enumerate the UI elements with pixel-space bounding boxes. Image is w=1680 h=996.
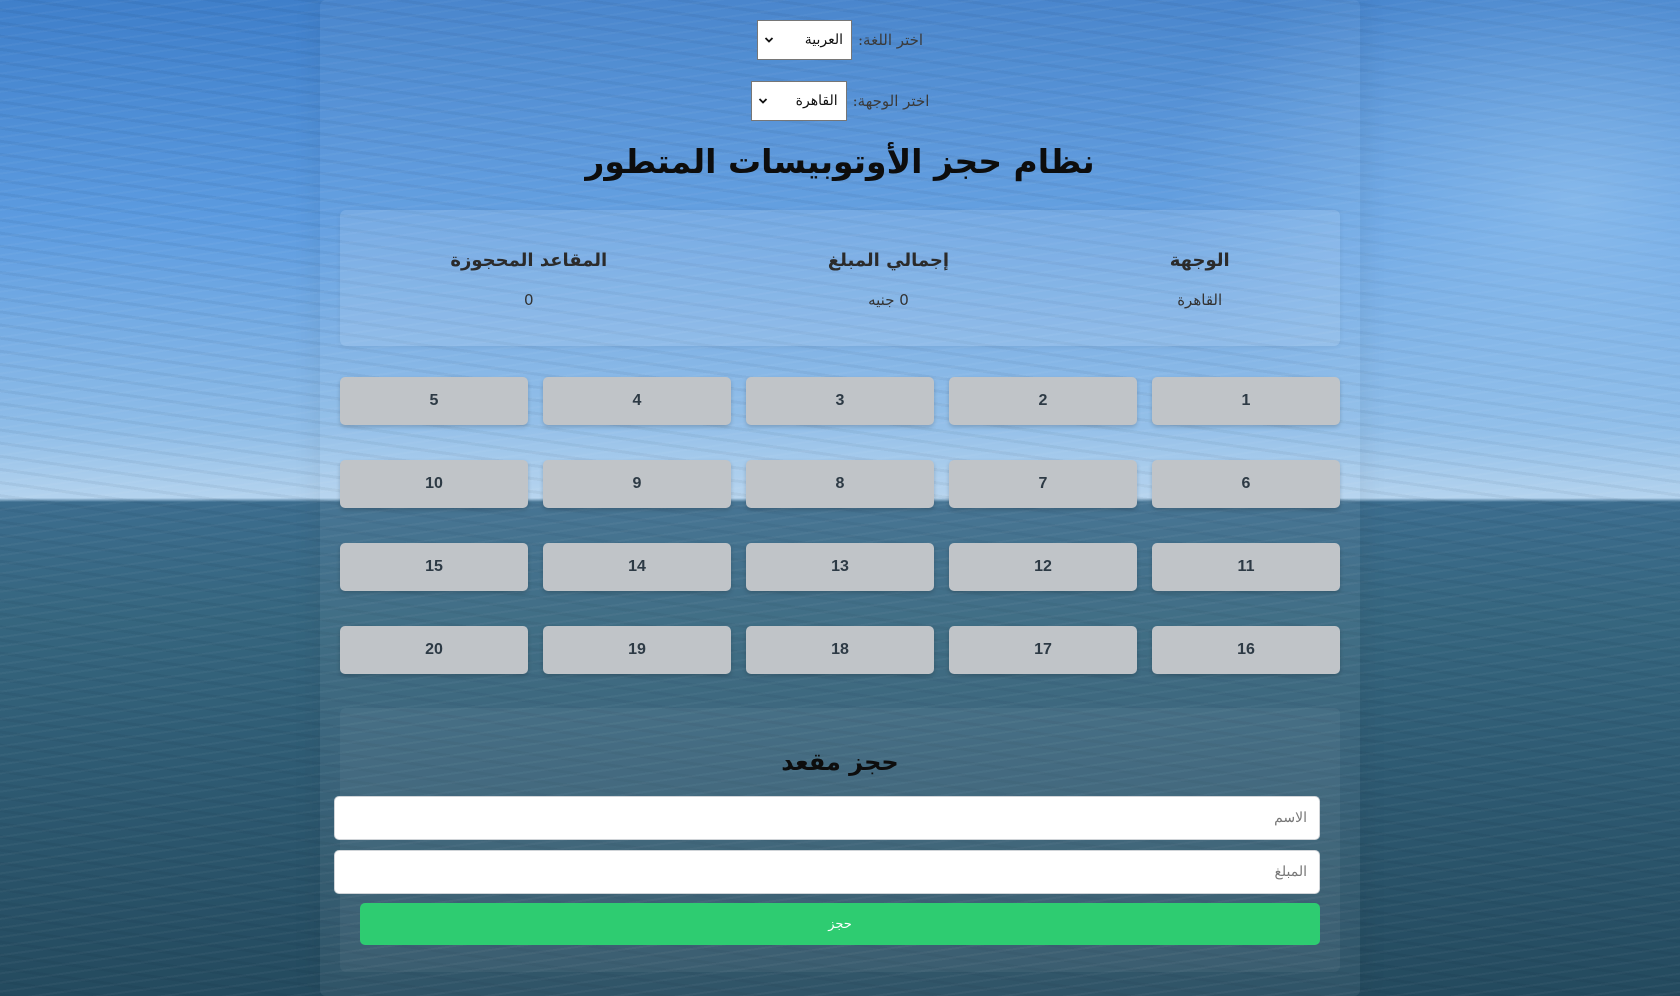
book-button[interactable]: حجز bbox=[360, 903, 1320, 945]
seat-button[interactable]: 8 bbox=[746, 460, 934, 508]
destination-select[interactable]: القاهرة bbox=[750, 81, 847, 121]
seat-button[interactable]: 3 bbox=[746, 377, 934, 425]
main-container: اختر اللغة: العربية اختر الوجهة: القاهرة… bbox=[320, 0, 1360, 996]
page-title: نظام حجز الأوتوبيسات المتطور bbox=[585, 142, 1095, 181]
stat-total-amount: إجمالي المبلغ 0 جنيه bbox=[828, 210, 949, 309]
chevron-down-icon bbox=[764, 35, 774, 45]
stat-booked-seats: المقاعد المحجوزة 0 bbox=[450, 210, 607, 309]
booking-summary: المقاعد المحجوزة 0 إجمالي المبلغ 0 جنيه … bbox=[340, 210, 1340, 346]
seat-button[interactable]: 5 bbox=[340, 377, 528, 425]
seat-button[interactable]: 1 bbox=[1152, 377, 1340, 425]
seat-button[interactable]: 6 bbox=[1152, 460, 1340, 508]
language-label: اختر اللغة: bbox=[857, 31, 924, 49]
seat-button[interactable]: 14 bbox=[543, 543, 731, 591]
seat-button[interactable]: 9 bbox=[543, 460, 731, 508]
seat-button[interactable]: 11 bbox=[1152, 543, 1340, 591]
seat-button[interactable]: 4 bbox=[543, 377, 731, 425]
language-select[interactable]: العربية bbox=[756, 20, 852, 60]
name-input[interactable] bbox=[334, 796, 1320, 840]
seat-button[interactable]: 13 bbox=[746, 543, 934, 591]
booked-seats-label: المقاعد المحجوزة bbox=[450, 250, 608, 271]
total-amount-value: 0 جنيه bbox=[868, 291, 909, 309]
seat-button[interactable]: 10 bbox=[340, 460, 528, 508]
language-select-value: العربية bbox=[804, 32, 843, 48]
destination-summary-value: القاهرة bbox=[1177, 291, 1223, 309]
amount-input[interactable] bbox=[334, 850, 1320, 894]
total-amount-label: إجمالي المبلغ bbox=[827, 250, 950, 271]
destination-selector: اختر الوجهة: القاهرة bbox=[320, 81, 1360, 121]
seat-button[interactable]: 18 bbox=[746, 626, 934, 674]
seat-button[interactable]: 20 bbox=[340, 626, 528, 674]
language-selector: اختر اللغة: العربية bbox=[320, 20, 1360, 60]
seat-button[interactable]: 7 bbox=[949, 460, 1137, 508]
chevron-down-icon bbox=[758, 96, 768, 106]
destination-select-value: القاهرة bbox=[795, 93, 838, 109]
seat-button[interactable]: 12 bbox=[949, 543, 1137, 591]
seat-button[interactable]: 17 bbox=[949, 626, 1137, 674]
destination-summary-label: الوجهة bbox=[1169, 250, 1230, 271]
seat-button[interactable]: 16 bbox=[1152, 626, 1340, 674]
seat-button[interactable]: 2 bbox=[949, 377, 1137, 425]
seat-grid: 1 2 3 4 5 6 7 8 9 10 11 12 13 14 15 16 17 18 19 20 bbox=[340, 377, 1340, 674]
seat-button[interactable]: 15 bbox=[340, 543, 528, 591]
seat-button[interactable]: 19 bbox=[543, 626, 731, 674]
booked-seats-value: 0 bbox=[524, 291, 534, 309]
booking-form-title: حجز مقعد bbox=[781, 748, 899, 776]
destination-label: اختر الوجهة: bbox=[852, 92, 930, 110]
stat-destination: الوجهة القاهرة bbox=[1170, 210, 1230, 309]
booking-form: حجز مقعد حجز bbox=[334, 708, 1340, 972]
